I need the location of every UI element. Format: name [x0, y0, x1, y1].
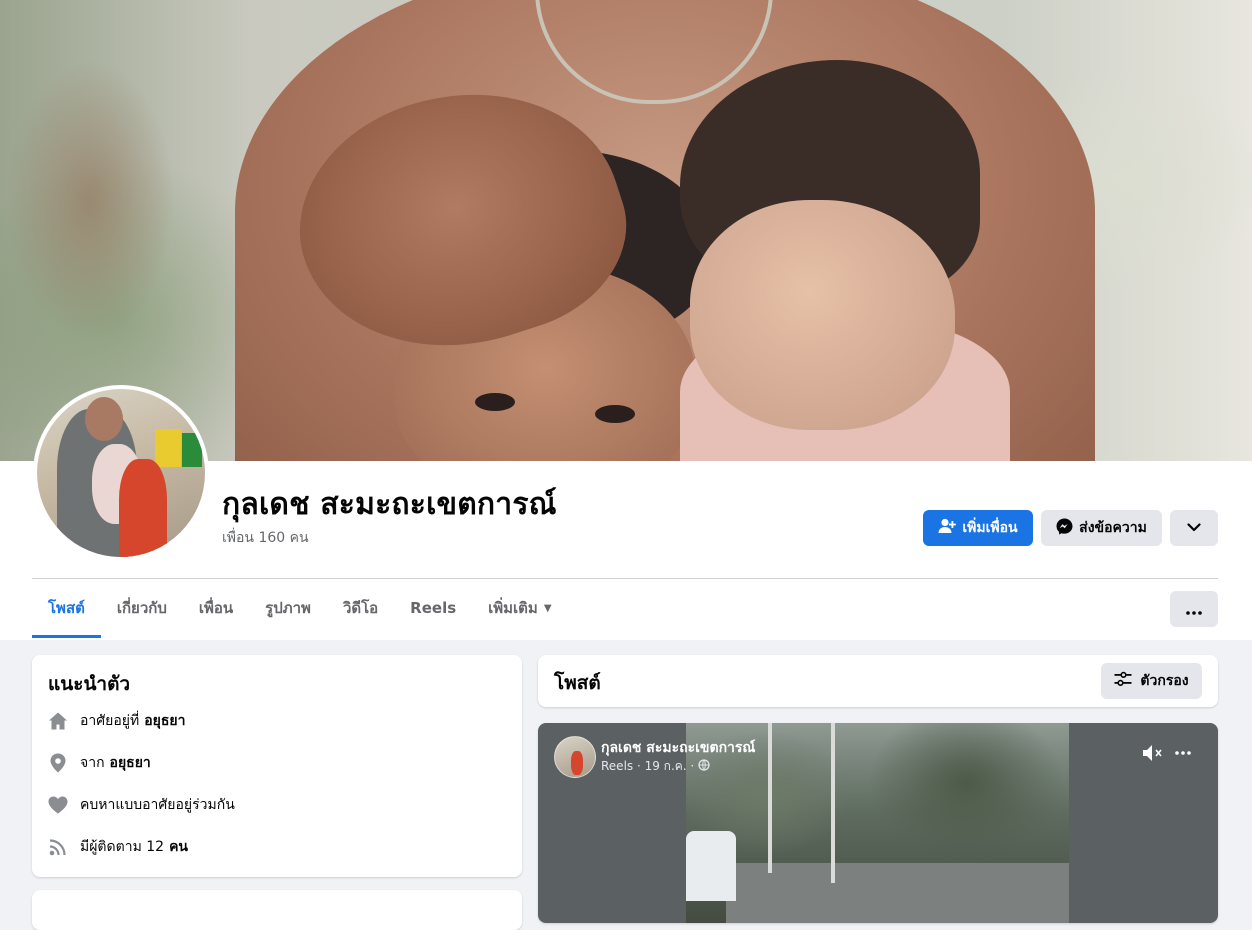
next-sidebar-card [32, 890, 522, 930]
add-friend-button[interactable]: เพิ่มเพื่อน [923, 510, 1033, 546]
intro-lives-value[interactable]: อยุธยา [144, 710, 185, 732]
avatar-image [37, 389, 205, 557]
avatar-man-head [85, 397, 123, 441]
profile-name: กุลเดช สะมะถะเขตการณ์ [222, 487, 557, 522]
cover-photo[interactable] [0, 0, 1252, 461]
tab-more[interactable]: เพิ่มเติม ▼ [472, 580, 567, 636]
posts-header-card: โพสต์ ตัวกรอง [538, 655, 1218, 707]
tab-label: โพสต์ [48, 598, 85, 617]
avatar-bg-bin [182, 433, 202, 467]
intro-relationship-text: คบหาแบบอาศัยอยู่ร่วมกัน [80, 797, 235, 813]
reel-meta: Reels · 19 ก.ค. · [601, 757, 710, 776]
profile-header: กุลเดช สะมะถะเขตการณ์ เพื่อน 160 คน เพิ่… [0, 0, 1252, 640]
cover-eye [595, 405, 635, 423]
messenger-icon [1056, 518, 1073, 539]
location-pin-icon [48, 753, 68, 773]
tab-about[interactable]: เกี่ยวกับ [101, 580, 183, 636]
profile-avatar[interactable] [33, 385, 209, 561]
reel-meta-text[interactable]: Reels · 19 ก.ค. · [601, 757, 694, 776]
profile-options-button[interactable] [1170, 510, 1218, 546]
intro-from-value[interactable]: อยุธยา [110, 752, 151, 774]
tab-label: เพื่อน [198, 599, 234, 617]
cover-eye [475, 393, 515, 411]
avatar-kid [119, 459, 167, 557]
reel-author-name[interactable]: กุลเดช สะมะถะเขตการณ์ [601, 737, 755, 759]
tab-friends[interactable]: เพื่อน [183, 580, 249, 636]
message-label: ส่งข้อความ [1079, 520, 1147, 536]
tab-label: เกี่ยวกับ [116, 599, 167, 617]
home-icon [48, 711, 68, 731]
message-button[interactable]: ส่งข้อความ [1041, 510, 1162, 546]
filter-sliders-icon [1114, 671, 1132, 691]
rss-icon [48, 837, 68, 857]
intro-from: จาก อยุธยา [48, 752, 151, 774]
intro-lives-prefix: อาศัยอยู่ที่ [80, 713, 140, 729]
add-friend-label: เพิ่มเพื่อน [962, 520, 1018, 536]
cover-baby-face [690, 200, 955, 430]
intro-from-prefix: จาก [80, 755, 105, 771]
intro-followers: มีผู้ติดตาม 12 คน [48, 836, 188, 858]
intro-title: แนะนำตัว [48, 673, 131, 695]
reel-pole [831, 723, 835, 883]
intro-followers-unit[interactable]: คน [169, 836, 188, 858]
header-divider [32, 578, 1218, 579]
tab-posts[interactable]: โพสต์ [32, 580, 101, 638]
tab-reels[interactable]: Reels [394, 580, 472, 636]
reel-post-card[interactable]: กุลเดช สะมะถะเขตการณ์ Reels · 19 ก.ค. · [538, 723, 1218, 923]
filter-label: ตัวกรอง [1140, 673, 1189, 689]
profile-tabs: โพสต์ เกี่ยวกับ เพื่อน รูปภาพ วิดีโอ Ree… [32, 580, 568, 638]
filter-button[interactable]: ตัวกรอง [1101, 663, 1202, 699]
add-user-icon [938, 518, 957, 538]
more-options-button[interactable] [1170, 591, 1218, 627]
friends-count[interactable]: เพื่อน 160 คน [222, 527, 309, 549]
intro-card: แนะนำตัว อาศัยอยู่ที่ อยุธยา จาก อยุธยา … [32, 655, 522, 877]
intro-relationship: คบหาแบบอาศัยอยู่ร่วมกัน [48, 794, 235, 816]
tab-photos[interactable]: รูปภาพ [249, 580, 327, 636]
reel-author-avatar[interactable] [554, 736, 596, 778]
chevron-down-icon [1187, 520, 1201, 536]
muted-speaker-icon[interactable] [1142, 743, 1164, 767]
reel-car [686, 831, 736, 901]
reel-pole [768, 723, 772, 873]
intro-followers-prefix[interactable]: มีผู้ติดตาม 12 [80, 836, 164, 858]
intro-lives: อาศัยอยู่ที่ อยุธยา [48, 710, 185, 732]
tab-label: วิดีโอ [342, 599, 379, 617]
tab-videos[interactable]: วิดีโอ [327, 580, 394, 636]
posts-title: โพสต์ [554, 672, 601, 694]
tab-label: รูปภาพ [265, 599, 311, 617]
reel-more-icon[interactable] [1174, 743, 1192, 767]
more-dots-icon [1186, 600, 1202, 619]
tab-label: Reels [410, 599, 457, 617]
globe-icon [698, 759, 710, 774]
tab-label: เพิ่มเติม [488, 599, 538, 617]
reel-road [726, 863, 1069, 923]
caret-down-icon: ▼ [543, 602, 552, 614]
heart-icon [48, 795, 68, 815]
avatar-bg-bin [155, 429, 181, 467]
reel-avatar-figure [571, 751, 583, 775]
